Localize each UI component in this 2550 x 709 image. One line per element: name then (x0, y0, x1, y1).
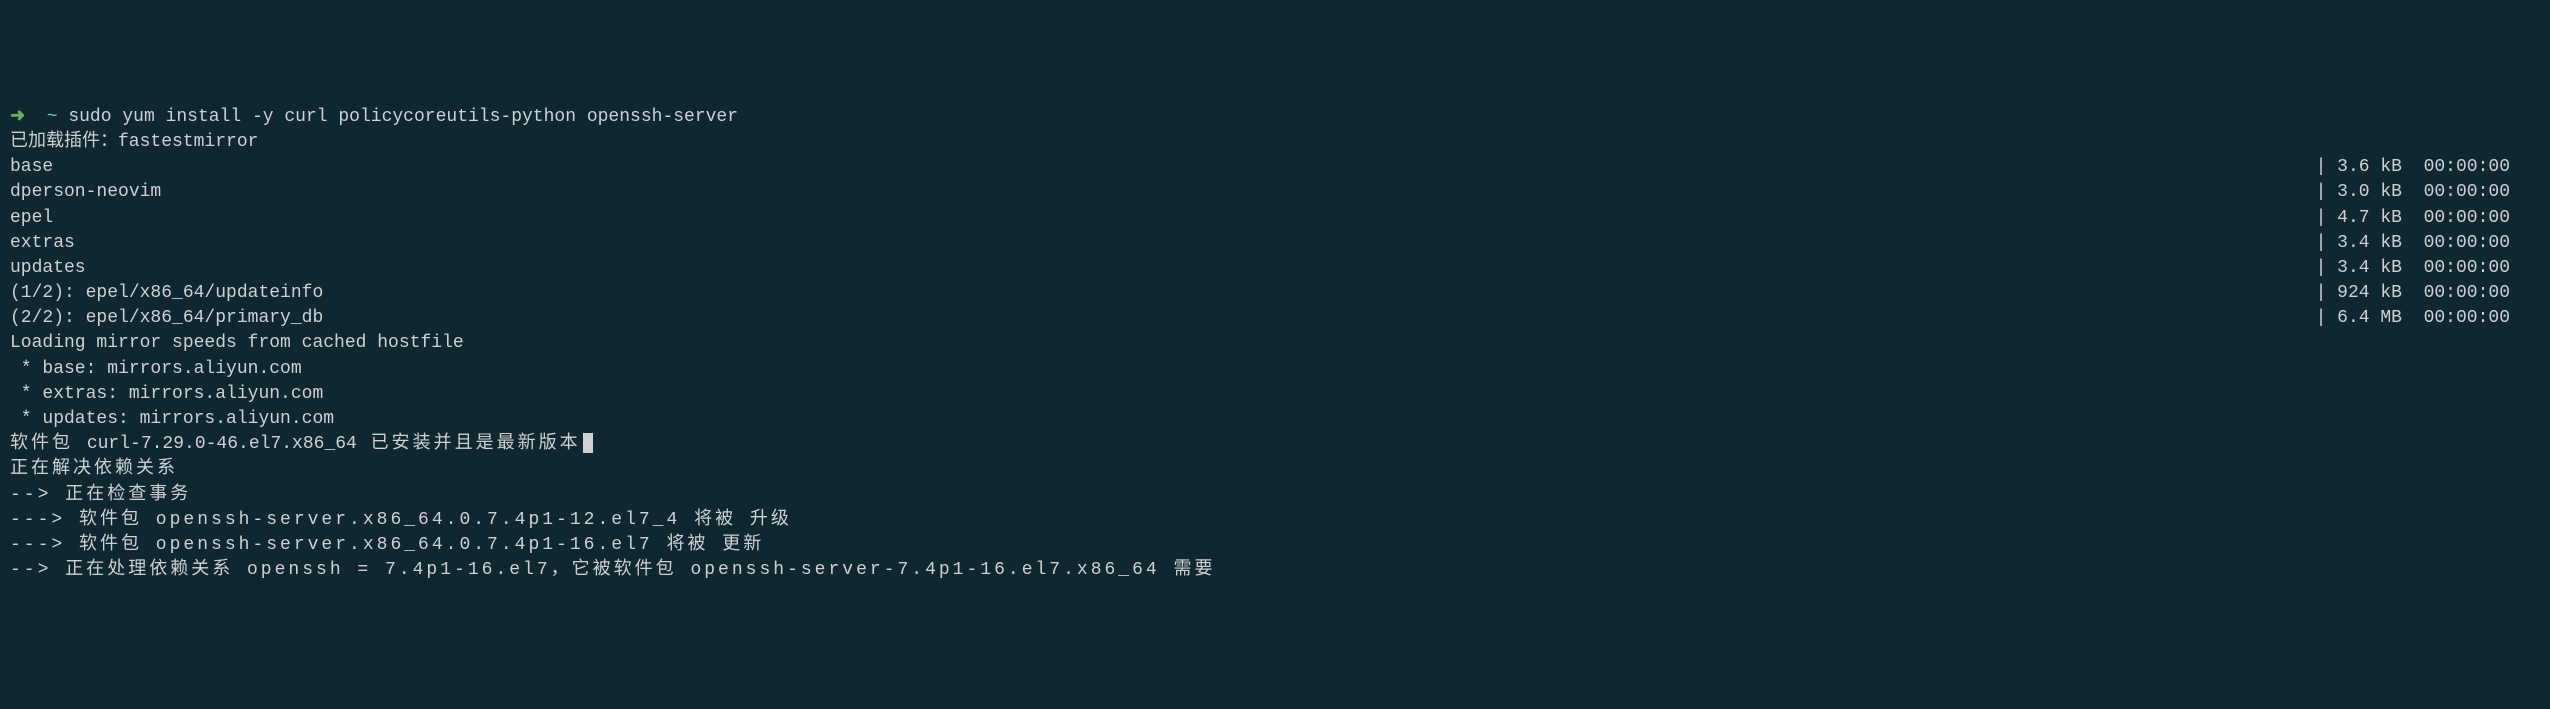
pkg-name: curl-7.29.0-46.el7.x86_64 (87, 434, 357, 454)
repo-size: | 3.6 kB 00:00:00 (2316, 155, 2540, 180)
repo-line: (2/2): epel/x86_64/primary_db | 6.4 MB 00… (10, 306, 2540, 331)
prompt-line[interactable]: ➜ ~ sudo yum install -y curl policycoreu… (10, 107, 738, 127)
terminal-output: ➜ ~ sudo yum install -y curl policycoreu… (10, 105, 2540, 584)
repo-size: | 6.4 MB 00:00:00 (2316, 306, 2540, 331)
repo-line: extras | 3.4 kB 00:00:00 (10, 231, 2540, 256)
repo-size: | 4.7 kB 00:00:00 (2316, 206, 2540, 231)
pkg-prefix: 软件包 (10, 434, 87, 454)
repo-size: | 3.4 kB 00:00:00 (2316, 231, 2540, 256)
mirror-line: * extras: mirrors.aliyun.com (10, 384, 323, 404)
repo-line: (1/2): epel/x86_64/updateinfo | 924 kB 00… (10, 281, 2540, 306)
repo-name: epel (10, 206, 53, 231)
repo-line: base | 3.6 kB 00:00:00 (10, 155, 2540, 180)
repo-line: updates | 3.4 kB 00:00:00 (10, 256, 2540, 281)
repo-name: updates (10, 256, 86, 281)
prompt-tilde: ~ (47, 107, 58, 127)
prompt-arrow: ➜ (10, 107, 25, 127)
dep-line: --> 正在处理依赖关系 openssh = 7.4p1-16.el7，它被软件… (10, 560, 1216, 580)
mirror-line: * updates: mirrors.aliyun.com (10, 409, 334, 429)
loading-line: Loading mirror speeds from cached hostfi… (10, 333, 464, 353)
repo-name: (1/2): epel/x86_64/updateinfo (10, 281, 323, 306)
checking-line: --> 正在检查事务 (10, 485, 191, 505)
repo-line: epel | 4.7 kB 00:00:00 (10, 206, 2540, 231)
resolving-line: 正在解决依赖关系 (10, 459, 178, 479)
pkg-line: 软件包 curl-7.29.0-46.el7.x86_64 已安装并且是最新版本 (10, 434, 593, 454)
plugin-line: 已加载插件：fastestmirror (10, 132, 258, 152)
repo-line: dperson-neovim | 3.0 kB 00:00:00 (10, 180, 2540, 205)
dep-line: ---> 软件包 openssh-server.x86_64.0.7.4p1-1… (10, 535, 764, 555)
repo-name: (2/2): epel/x86_64/primary_db (10, 306, 323, 331)
repo-name: base (10, 155, 53, 180)
repo-size: | 3.4 kB 00:00:00 (2316, 256, 2540, 281)
mirror-line: * base: mirrors.aliyun.com (10, 359, 302, 379)
repo-size: | 3.0 kB 00:00:00 (2316, 180, 2540, 205)
repo-name: extras (10, 231, 75, 256)
repo-name: dperson-neovim (10, 180, 161, 205)
command-text: sudo yum install -y curl policycoreutils… (68, 107, 738, 127)
pkg-suffix: 已安装并且是最新版本 (357, 434, 581, 454)
cursor-block (583, 433, 593, 453)
dep-line: ---> 软件包 openssh-server.x86_64.0.7.4p1-1… (10, 510, 792, 530)
repo-size: | 924 kB 00:00:00 (2316, 281, 2540, 306)
